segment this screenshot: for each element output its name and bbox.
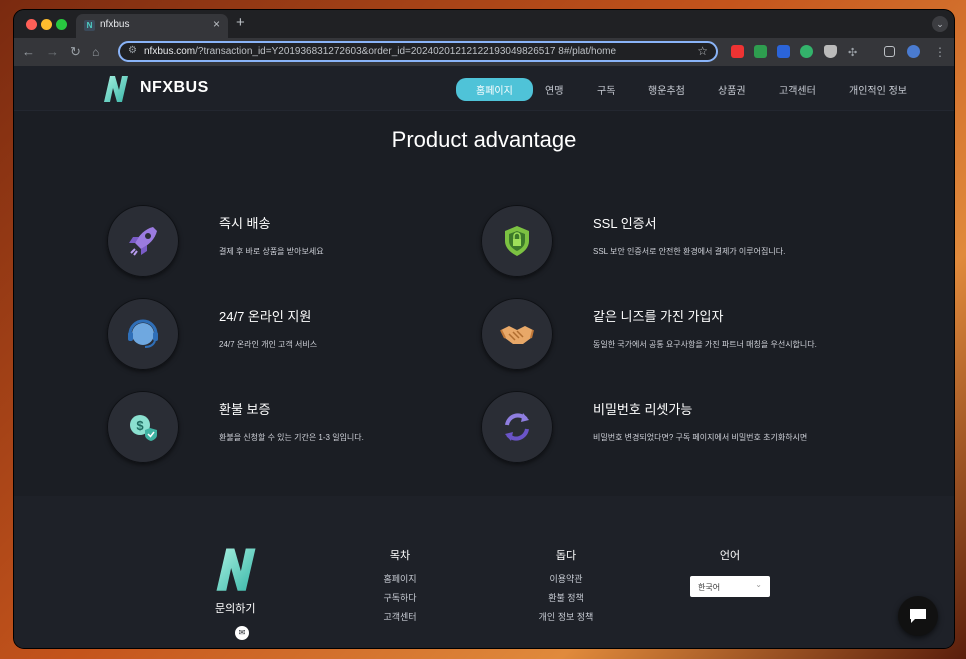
feature-title: 즉시 배송: [219, 216, 271, 231]
footer-link-refund[interactable]: 환불 정책: [526, 589, 606, 608]
close-window-button[interactable]: [26, 19, 37, 30]
footer-link-terms[interactable]: 이용약관: [526, 570, 606, 589]
feature-title: 24/7 온라인 지원: [219, 309, 312, 324]
feature-title: 비밀번호 리셋가능: [593, 402, 693, 417]
feature-icon-circle: [481, 298, 553, 370]
extension-icon[interactable]: [824, 45, 837, 58]
rocket-icon: [129, 227, 157, 256]
nav-home[interactable]: 홈페이지: [456, 78, 533, 101]
web-page: NFXBUS 홈페이지 연맹 구독 행운추첨 상품권 고객센터 개인적인 정보 …: [14, 66, 954, 648]
feature-desc: 24/7 온라인 개인 고객 서비스: [219, 340, 318, 349]
close-tab-icon[interactable]: ×: [213, 17, 220, 31]
menu-icon[interactable]: ⋮: [934, 44, 946, 60]
footer-link-home[interactable]: 홈페이지: [370, 570, 430, 589]
nav-lucky-draw[interactable]: 행운추첨: [648, 82, 685, 97]
site-info-icon[interactable]: ⚙: [128, 45, 137, 56]
nfxbus-footer-logo: [216, 548, 256, 591]
footer-heading: 돕다: [555, 550, 577, 562]
headset-icon: [128, 319, 158, 348]
bookmark-star-icon[interactable]: ☆: [697, 44, 708, 58]
nav-customer-center[interactable]: 고객센터: [779, 82, 816, 97]
chevron-down-icon: ⌄: [755, 580, 762, 589]
mail-icon[interactable]: ✉: [235, 626, 249, 640]
extension-icon[interactable]: [754, 45, 767, 58]
maximize-window-button[interactable]: [56, 19, 67, 30]
site-footer: 문의하기 ✉ 목차 홈페이지 구독하다 고객센터 돕다 이용약관 환불 정책 개…: [14, 496, 954, 648]
footer-heading: 목차: [389, 550, 411, 562]
minimize-window-button[interactable]: [41, 19, 52, 30]
extension-icon[interactable]: [800, 45, 813, 58]
feature-title: SSL 인증서: [593, 216, 657, 231]
browser-toolbar: ← → ↻ ⌂ ⚙ nfxbus.com/?transaction_id=Y20…: [14, 38, 954, 66]
footer-heading: 언어: [719, 550, 741, 562]
tab-favicon: N: [84, 20, 95, 31]
svg-text:$: $: [136, 418, 144, 433]
feature-icon-circle: [107, 205, 179, 277]
footer-col-help: 돕다 이용약관 환불 정책 개인 정보 정책: [526, 547, 606, 627]
footer-col-contents: 목차 홈페이지 구독하다 고객센터: [370, 547, 430, 627]
nav-alliance[interactable]: 연맹: [545, 82, 563, 97]
handshake-icon: [500, 326, 534, 344]
money-shield-icon: $: [130, 415, 157, 441]
nav-personal-info[interactable]: 개인적인 정보: [849, 82, 907, 97]
contact-label: 문의하기: [215, 603, 256, 615]
url-text: nfxbus.com/?transaction_id=Y201936831272…: [144, 46, 616, 57]
forward-icon[interactable]: →: [46, 44, 59, 60]
footer-link-subscribe[interactable]: 구독하다: [370, 589, 430, 608]
home-icon[interactable]: ⌂: [92, 44, 99, 60]
feature-desc: 비밀번호 변경되었다면? 구독 페이지에서 비밀번호 초기화하시면: [593, 433, 808, 442]
language-select[interactable]: 한국어 ⌄: [690, 576, 770, 597]
language-selected: 한국어: [698, 583, 721, 592]
nav-voucher[interactable]: 상품권: [718, 82, 746, 97]
section-heading: Product advantage: [391, 127, 577, 152]
feature-icon-circle: $: [107, 391, 179, 463]
puzzle-icon[interactable]: ✣: [848, 45, 857, 61]
brand-name[interactable]: NFXBUS: [140, 79, 209, 97]
new-tab-icon[interactable]: +: [236, 14, 245, 31]
tab-title: nfxbus: [100, 19, 130, 30]
tab-bar: N nfxbus × + ⌄: [14, 10, 954, 38]
feature-title: 환불 보증: [219, 402, 271, 417]
feature-icon-circle: [107, 298, 179, 370]
nfxbus-logo[interactable]: [100, 72, 132, 104]
tab-search-icon[interactable]: ⌄: [932, 16, 948, 32]
feature-desc: 동일한 국가에서 공통 요구사항을 가진 파트너 매칭을 우선시합니다.: [593, 340, 817, 349]
site-header: NFXBUS 홈페이지 연맹 구독 행운추첨 상품권 고객센터 개인적인 정보: [14, 66, 954, 111]
feature-desc: SSL 보안 인증서로 안전한 환경에서 결제가 이루어집니다.: [593, 247, 786, 256]
extension-icon[interactable]: [731, 45, 744, 58]
feature-desc: 결제 후 바로 상품을 받아보세요: [219, 247, 324, 256]
footer-link-customer-center[interactable]: 고객센터: [370, 608, 430, 627]
footer-link-privacy[interactable]: 개인 정보 정책: [526, 608, 606, 627]
feature-desc: 환불을 신청할 수 있는 기간은 1-3 일입니다.: [219, 433, 364, 442]
refresh-icon: [505, 413, 529, 441]
feature-icon-circle: [481, 391, 553, 463]
chat-button[interactable]: [898, 596, 938, 636]
side-panel-icon[interactable]: [884, 46, 895, 57]
nav-subscribe[interactable]: 구독: [597, 82, 615, 97]
back-icon[interactable]: ←: [22, 44, 35, 60]
browser-window: N nfxbus × + ⌄ ← → ↻ ⌂ ⚙ nfxbus.com/?tra…: [14, 10, 954, 648]
shield-icon: [505, 226, 529, 256]
footer-col-language: 언어: [710, 547, 750, 570]
reload-icon[interactable]: ↻: [70, 44, 81, 60]
browser-tab[interactable]: N nfxbus ×: [76, 14, 228, 38]
url-path: /?transaction_id=Y201936831272603&order_…: [195, 46, 617, 57]
feature-icon-circle: [481, 205, 553, 277]
address-bar[interactable]: ⚙ nfxbus.com/?transaction_id=Y2019368312…: [118, 41, 718, 62]
feature-title: 같은 니즈를 가진 가입자: [593, 309, 724, 324]
product-advantage-section: Product advantage 즉시 배송 결제 후 바로 상품을 받아보세…: [14, 111, 954, 497]
extension-icon[interactable]: [777, 45, 790, 58]
chat-icon: [910, 609, 926, 623]
url-host: nfxbus.com: [144, 46, 196, 57]
profile-avatar[interactable]: [907, 45, 920, 58]
